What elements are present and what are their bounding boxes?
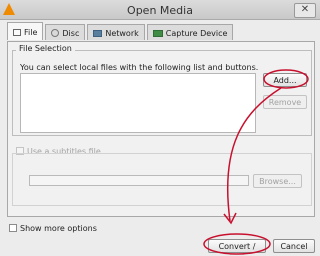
show-more-options-label: Show more options <box>20 224 97 233</box>
network-icon <box>93 29 103 37</box>
window-title: Open Media <box>127 4 193 17</box>
tab-disc[interactable]: Disc <box>45 24 86 40</box>
subtitle-file-input[interactable] <box>29 175 249 186</box>
add-button[interactable]: Add... <box>263 73 307 87</box>
file-icon <box>13 28 21 36</box>
capture-device-icon <box>152 29 163 37</box>
remove-button[interactable]: Remove <box>263 95 307 109</box>
browse-button[interactable]: Browse... <box>253 174 302 188</box>
tab-file[interactable]: File <box>7 22 44 40</box>
tab-disc-label: Disc <box>62 28 80 38</box>
tab-capture-device-label: Capture Device <box>165 28 228 38</box>
disc-icon <box>51 29 60 37</box>
show-more-options-checkbox[interactable] <box>9 224 17 232</box>
close-button[interactable]: ✕ <box>294 3 316 18</box>
tab-capture-device[interactable]: Capture Device <box>146 24 234 40</box>
tab-network[interactable]: Network <box>87 24 145 40</box>
file-selection-instruction: You can select local files with the foll… <box>20 63 259 72</box>
title-bar: Open Media ✕ <box>0 0 320 20</box>
tab-bar: File Disc Network Capture Device <box>7 22 235 41</box>
tab-network-label: Network <box>105 28 139 38</box>
tab-file-label: File <box>24 27 38 37</box>
open-media-dialog: Open Media ✕ File Disc Network Capture D… <box>0 0 320 256</box>
convert-save-button[interactable]: Convert / Save <box>208 239 266 256</box>
file-selection-title: File Selection <box>16 44 75 53</box>
cancel-button[interactable]: Cancel <box>273 239 315 253</box>
file-list[interactable] <box>20 73 256 133</box>
